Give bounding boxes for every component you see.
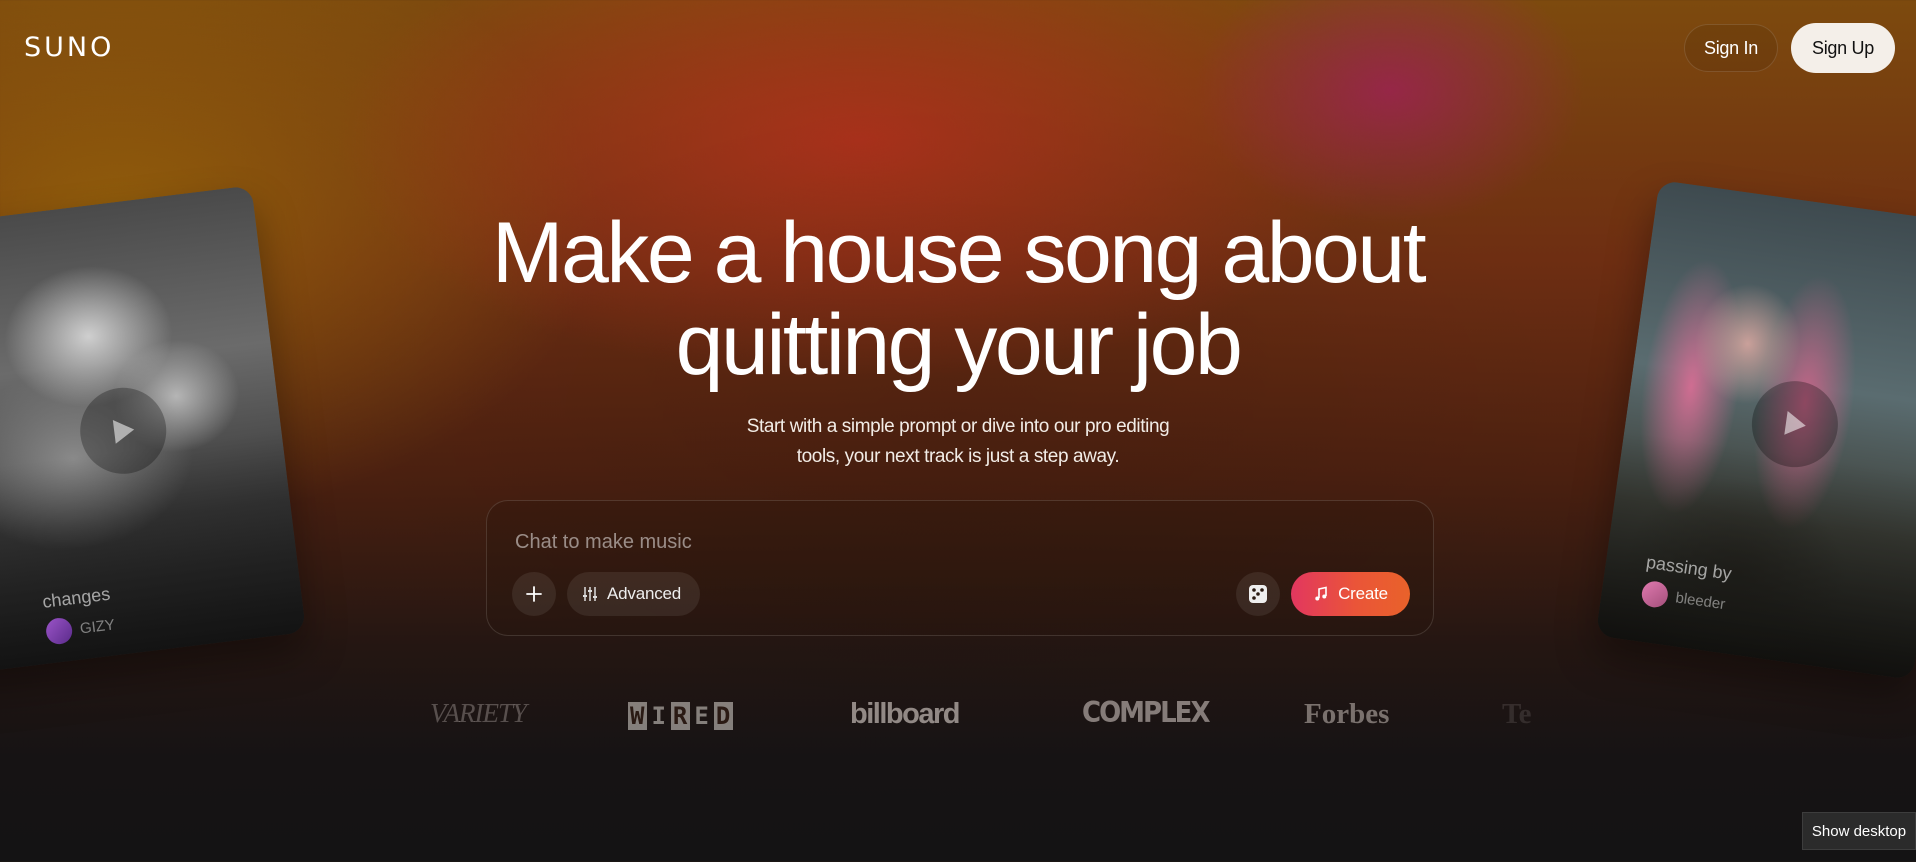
sliders-icon bbox=[583, 587, 597, 601]
artist-avatar bbox=[44, 616, 74, 646]
sign-in-button[interactable]: Sign In bbox=[1684, 24, 1778, 72]
dice-icon bbox=[1249, 585, 1267, 603]
card-artist-name: GIZY bbox=[78, 615, 116, 637]
headline-line-1: Make a house song about bbox=[491, 205, 1427, 301]
hero-headline: Make a house song about quitting your jo… bbox=[0, 207, 1916, 391]
sign-up-button[interactable]: Sign Up bbox=[1791, 23, 1895, 73]
forbes-logo: Forbes bbox=[1304, 698, 1390, 730]
complex-logo: COMPLEX bbox=[1082, 696, 1210, 730]
variety-logo: VARIETY bbox=[430, 698, 527, 728]
random-prompt-button[interactable] bbox=[1236, 572, 1280, 616]
create-button[interactable]: Create bbox=[1291, 572, 1410, 616]
chat-composer: Advanced Create bbox=[486, 500, 1434, 636]
suno-logo[interactable]: SUNO bbox=[24, 32, 114, 63]
press-logos: VARIETY WIRED billboard COMPLEX Forbes T… bbox=[0, 696, 1916, 738]
artist-avatar bbox=[1640, 579, 1670, 610]
billboard-logo: billboard bbox=[850, 698, 960, 730]
chat-input[interactable] bbox=[515, 525, 1395, 559]
subtitle-line-2: tools, your next track is just a step aw… bbox=[796, 446, 1120, 467]
show-desktop-tooltip: Show desktop bbox=[1802, 812, 1916, 850]
advanced-button[interactable]: Advanced bbox=[567, 572, 700, 616]
card-artist-name: bleeder bbox=[1674, 588, 1727, 613]
faded-press-logo: Te bbox=[1502, 698, 1532, 730]
create-label: Create bbox=[1338, 584, 1388, 603]
plus-icon bbox=[526, 586, 542, 602]
add-attachment-button[interactable] bbox=[512, 572, 556, 616]
advanced-label: Advanced bbox=[607, 584, 682, 603]
music-note-icon bbox=[1315, 586, 1327, 601]
hero-subtitle: Start with a simple prompt or dive into … bbox=[0, 412, 1916, 472]
wired-logo: WIRED bbox=[628, 702, 734, 730]
subtitle-line-1: Start with a simple prompt or dive into … bbox=[746, 416, 1170, 437]
headline-line-2: quitting your job bbox=[675, 297, 1243, 393]
